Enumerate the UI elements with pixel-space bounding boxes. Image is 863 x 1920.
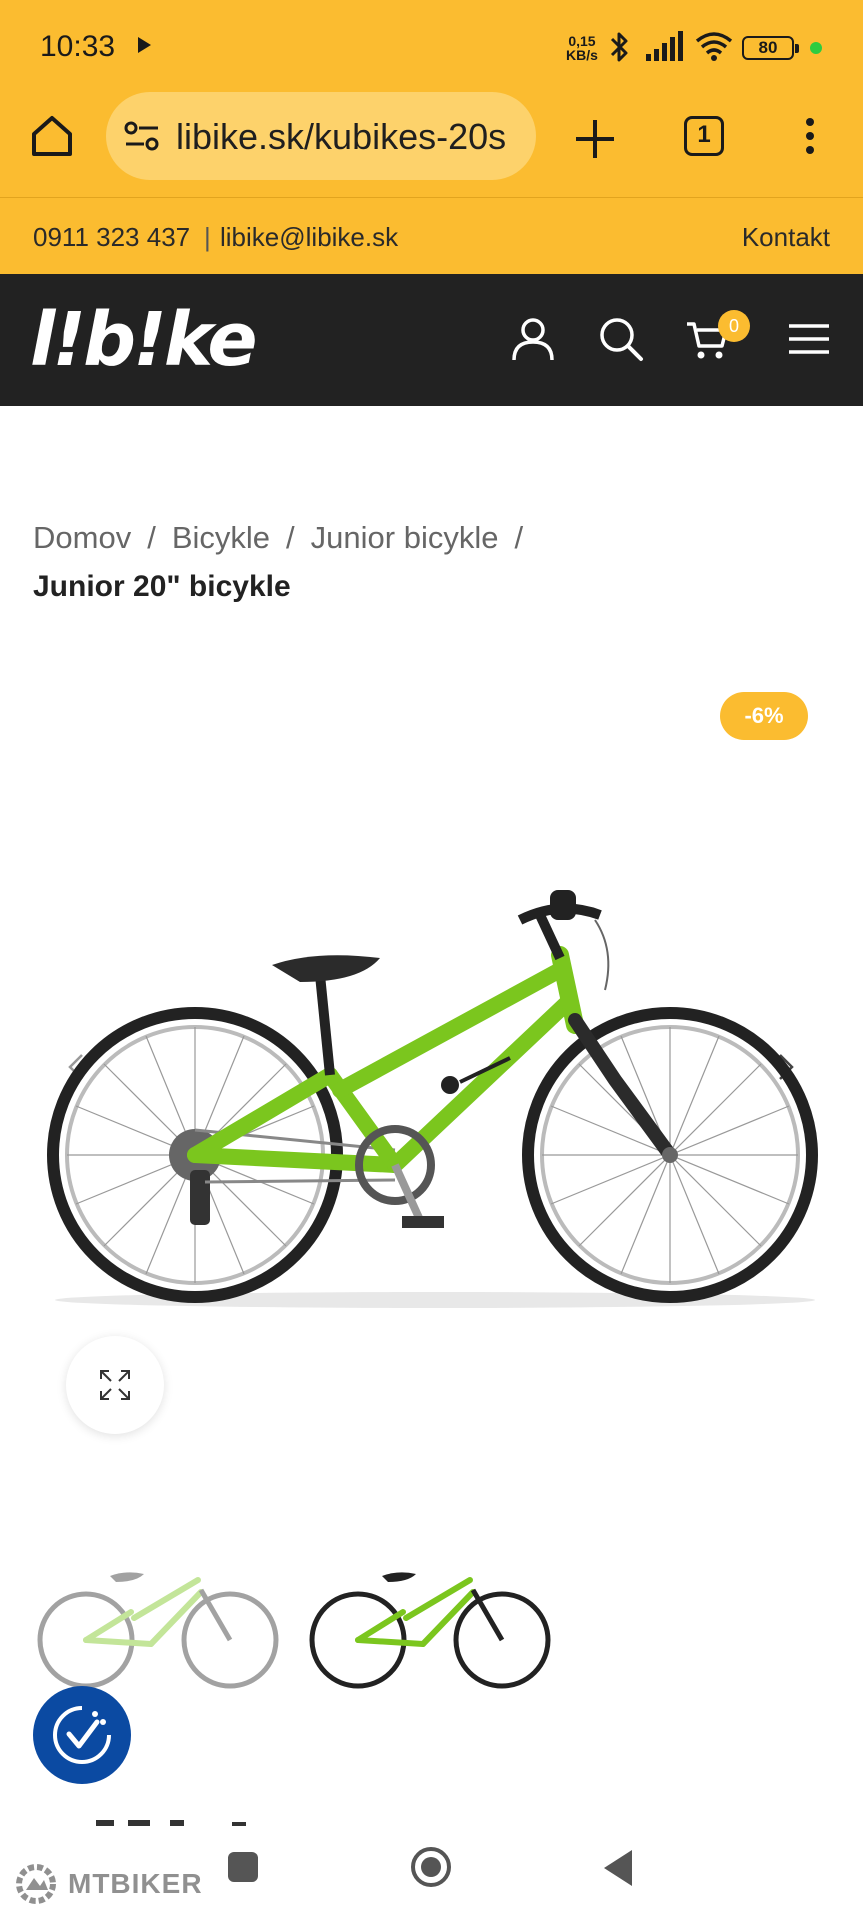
accessibility-icon bbox=[53, 1706, 111, 1764]
cut-off-heading bbox=[96, 1820, 246, 1826]
zoom-image-button[interactable] bbox=[66, 1336, 164, 1434]
net-speed: 0,15 KB/s bbox=[566, 34, 598, 62]
watermark: MTBIKER bbox=[12, 1860, 203, 1908]
breadcrumb-item-junior-bicykle[interactable]: Junior bicykle bbox=[311, 520, 499, 555]
wifi-icon bbox=[695, 32, 733, 61]
contact-email[interactable]: libike@libike.sk bbox=[220, 222, 398, 253]
privacy-indicator-dot bbox=[810, 42, 822, 54]
contact-bar: 0911 323 437 | libike@libike.sk Kontakt bbox=[0, 198, 863, 274]
url-text[interactable]: libike.sk/kubikes-20s bbox=[176, 116, 506, 158]
search-icon[interactable] bbox=[598, 316, 644, 362]
contact-separator: | bbox=[204, 222, 211, 252]
more-menu-icon[interactable] bbox=[798, 114, 822, 160]
menu-hamburger-icon[interactable] bbox=[786, 316, 832, 362]
contact-phone[interactable]: 0911 323 437 bbox=[33, 222, 190, 253]
site-logo[interactable]: l!b!ke bbox=[30, 298, 258, 382]
breadcrumb-separator: / bbox=[514, 520, 524, 555]
breadcrumb-separator: / bbox=[147, 520, 156, 555]
mtbiker-logo-icon bbox=[16, 1864, 56, 1904]
gallery-thumbnail[interactable] bbox=[308, 1540, 552, 1700]
expand-icon bbox=[100, 1370, 130, 1400]
tab-switcher-button[interactable]: 1 bbox=[684, 116, 724, 156]
net-speed-value: 0,15 bbox=[568, 33, 596, 49]
back-icon[interactable] bbox=[604, 1850, 632, 1886]
bluetooth-icon bbox=[610, 32, 628, 62]
battery-icon: 80 bbox=[742, 36, 799, 60]
site-header: l!b!ke 0 bbox=[0, 274, 863, 406]
signal-icon bbox=[646, 31, 683, 61]
page-title: Junior 20" bicykle bbox=[33, 570, 291, 603]
breadcrumb-separator: / bbox=[286, 520, 295, 555]
site-settings-icon[interactable] bbox=[124, 120, 160, 152]
net-speed-unit: KB/s bbox=[566, 47, 598, 63]
gallery-thumbnail[interactable] bbox=[36, 1540, 280, 1700]
address-bar[interactable]: libike.sk/kubikes-20s bbox=[106, 92, 536, 180]
status-bar: 10:33 0,15 KB/s 80 bbox=[0, 0, 863, 90]
home-nav-icon[interactable] bbox=[410, 1846, 452, 1888]
breadcrumb-item-bicykle[interactable]: Bicykle bbox=[172, 520, 270, 555]
contact-link[interactable]: Kontakt bbox=[742, 222, 830, 253]
browser-toolbar: libike.sk/kubikes-20s 1 bbox=[0, 90, 863, 198]
play-icon bbox=[138, 37, 151, 53]
watermark-text: MTBIKER bbox=[68, 1868, 203, 1899]
accessibility-button[interactable] bbox=[33, 1686, 131, 1784]
recent-apps-icon[interactable] bbox=[228, 1852, 258, 1882]
status-time: 10:33 bbox=[40, 30, 116, 63]
new-tab-icon[interactable] bbox=[572, 116, 618, 162]
discount-badge: -6% bbox=[720, 692, 808, 740]
cart-count-badge: 0 bbox=[718, 310, 750, 342]
breadcrumb-item-domov[interactable]: Domov bbox=[33, 520, 131, 555]
home-icon[interactable] bbox=[28, 112, 76, 160]
product-image-bike[interactable] bbox=[40, 850, 830, 1320]
account-icon[interactable] bbox=[510, 316, 556, 362]
breadcrumb: Domov / Bicykle / Junior bicykle / bbox=[33, 520, 539, 556]
